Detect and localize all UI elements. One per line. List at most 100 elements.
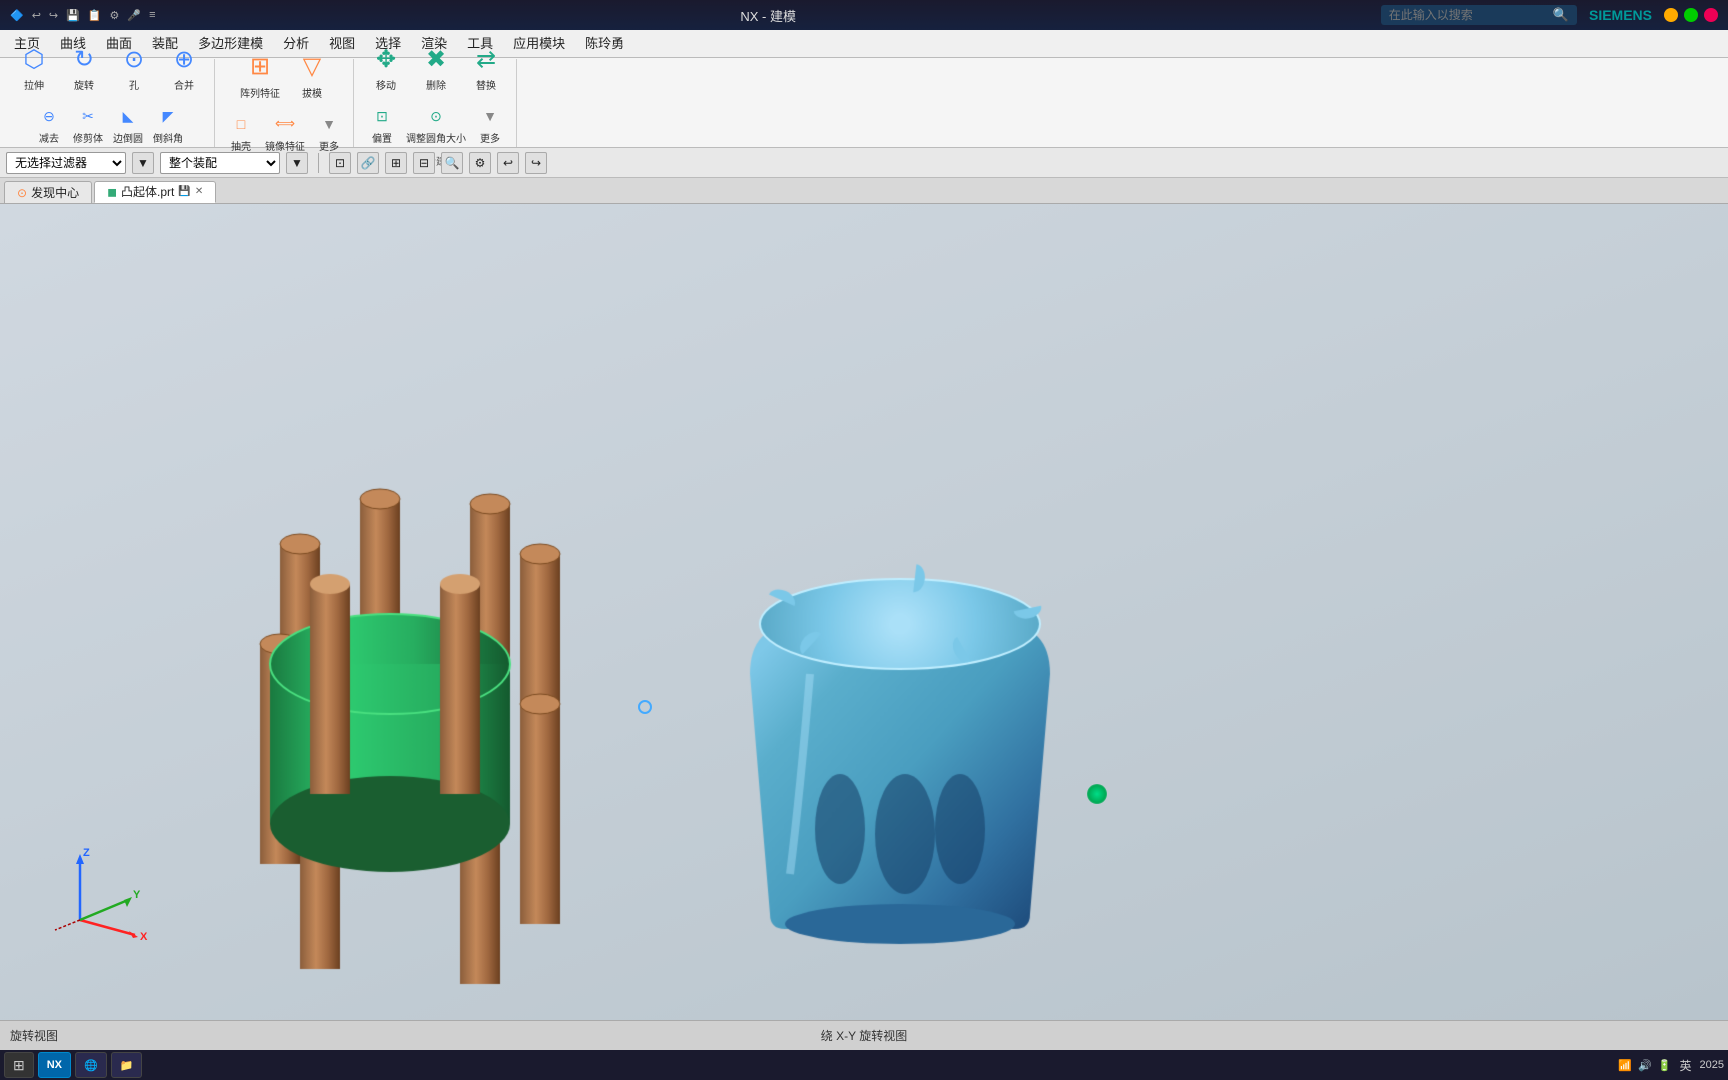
model-icon: ◼ <box>107 181 117 203</box>
status-left: 旋转视图 <box>10 1027 58 1044</box>
invert-btn[interactable]: ⊟ <box>413 152 435 174</box>
battery-icon: 🔋 <box>1658 1059 1672 1072</box>
tool-modify[interactable]: ✂ 修剪体 <box>69 100 107 147</box>
tab-model[interactable]: ◼ 凸起体.prt 💾 ✕ <box>94 181 216 203</box>
tool-move[interactable]: ✥ 移动 <box>362 37 410 96</box>
assembly-arrow-btn[interactable]: ▼ <box>286 152 308 174</box>
menu-user[interactable]: 陈玲勇 <box>575 30 634 58</box>
minimize-btn[interactable] <box>1664 8 1678 22</box>
combine-label: 合并 <box>174 77 194 92</box>
tool-chamfer[interactable]: ◤ 倒斜角 <box>149 100 187 147</box>
tool-combine[interactable]: ⊕ 合并 <box>160 37 208 96</box>
quick-access3[interactable]: 💾 <box>66 9 80 22</box>
tool-shell[interactable]: □ 抽壳 <box>223 108 259 155</box>
mirror-icon: ⟺ <box>271 110 299 138</box>
pull-label: 拉伸 <box>24 77 44 92</box>
filter-opt1[interactable]: 🔍 <box>441 152 463 174</box>
taskbar-lang: 英 <box>1680 1057 1692 1074</box>
tool-mirror[interactable]: ⟺ 镜像特征 <box>261 108 309 155</box>
speaker-icon: 🔊 <box>1638 1059 1652 1072</box>
pull-icon: ⬡ <box>16 41 52 77</box>
tray-icons: 📶 🔊 🔋 <box>1618 1059 1671 1072</box>
viewport[interactable]: Z X Y <box>0 204 1728 1020</box>
modify-icon: ✂ <box>74 102 102 130</box>
modify-label: 修剪体 <box>73 130 103 145</box>
move-label: 移动 <box>376 77 396 92</box>
resize-icon: ⊙ <box>422 102 450 130</box>
rotate-icon: ↻ <box>66 41 102 77</box>
tool-more2[interactable]: ▼ 更多 <box>472 100 508 147</box>
taskbar-browser-btn[interactable]: 🌐 <box>75 1052 107 1078</box>
tool-replace[interactable]: ⇄ 替换 <box>462 37 510 96</box>
snap-btn[interactable]: 🔗 <box>357 152 379 174</box>
viewport-center-dot-left <box>638 700 652 714</box>
close-btn[interactable] <box>1704 8 1718 22</box>
shell-label: 抽壳 <box>231 138 251 153</box>
tab-save-icon: 💾 <box>178 181 190 203</box>
quick-access4[interactable]: 📋 <box>88 9 102 22</box>
toolbar-row-5: ✥ 移动 ✖ 删除 ⇄ 替换 <box>362 37 510 96</box>
app-logo: 🔷 <box>10 9 24 22</box>
quick-access2[interactable]: ↪ <box>49 9 58 22</box>
filter-opt4[interactable]: ↪ <box>525 152 547 174</box>
filter-opt3[interactable]: ↩ <box>497 152 519 174</box>
window-title: NX - 建模 <box>156 6 1381 25</box>
tab-close-btn[interactable]: ✕ <box>195 181 203 203</box>
tool-more1[interactable]: ▼ 更多 <box>311 108 347 155</box>
window-controls <box>1664 8 1718 22</box>
coordinate-axis: Z X Y <box>50 840 150 940</box>
tool-rotate[interactable]: ↻ 旋转 <box>60 37 108 96</box>
taskbar-files-btn[interactable]: 📁 <box>111 1052 143 1078</box>
hole-label: 孔 <box>129 77 139 92</box>
toolbar-row-6: ⊡ 偏置 ⊙ 调整圆角大小 ▼ 更多 <box>364 100 508 147</box>
menu-modules[interactable]: 应用模块 <box>503 30 575 58</box>
mic-btn[interactable]: 🎤 <box>127 9 141 22</box>
rotate-label: 旋转 <box>74 77 94 92</box>
maximize-btn[interactable] <box>1684 8 1698 22</box>
tab-discovery[interactable]: ⊙ 发现中心 <box>4 181 92 203</box>
taskbar-nx-btn[interactable]: NX <box>38 1052 71 1078</box>
toolbar-row-1: ⬡ 拉伸 ↻ 旋转 ⊙ 孔 ⊕ 合并 <box>10 37 208 96</box>
toolbar-row-3: ⊞ 阵列特征 ▽ 拔模 <box>234 45 336 104</box>
quick-access[interactable]: ↩ <box>32 9 41 22</box>
assembly-selector[interactable]: 整个装配 <box>160 152 280 174</box>
siemens-logo: SIEMENS <box>1589 7 1652 23</box>
search-icon[interactable]: 🔍 <box>1553 7 1569 23</box>
selection-filter-btn[interactable]: ⊡ <box>329 152 351 174</box>
tool-subtract[interactable]: ⊖ 减去 <box>31 100 67 147</box>
array-label: 阵列特征 <box>240 85 280 100</box>
files-icon: 📁 <box>120 1059 134 1072</box>
3d-canvas <box>0 204 1728 1020</box>
tool-hole[interactable]: ⊙ 孔 <box>110 37 158 96</box>
select-all-btn[interactable]: ⊞ <box>385 152 407 174</box>
filter-opt2[interactable]: ⚙ <box>469 152 491 174</box>
toolbar: ⬡ 拉伸 ↻ 旋转 ⊙ 孔 ⊕ 合并 ⊖ 减去 ✂ 修剪体 <box>0 58 1728 148</box>
tool-draft[interactable]: ▽ 拔模 <box>288 45 336 104</box>
tool-edge[interactable]: ◣ 边倒圆 <box>109 100 147 147</box>
title-bar: 🔷 ↩ ↪ 💾 📋 ⚙ 🎤 ≡ NX - 建模 🔍 SIEMENS <box>0 0 1728 30</box>
chamfer-label: 倒斜角 <box>153 130 183 145</box>
toolbar-basic-group: ⬡ 拉伸 ↻ 旋转 ⊙ 孔 ⊕ 合并 ⊖ 减去 ✂ 修剪体 <box>4 59 215 147</box>
delete-label: 删除 <box>426 77 446 92</box>
array-icon: ⊞ <box>242 49 278 85</box>
toolbar-row-4: □ 抽壳 ⟺ 镜像特征 ▼ 更多 <box>223 108 347 155</box>
delete-icon: ✖ <box>418 41 454 77</box>
search-input[interactable] <box>1389 8 1549 22</box>
tab-model-label: 凸起体.prt <box>121 181 174 203</box>
tool-delete[interactable]: ✖ 删除 <box>412 37 460 96</box>
tool-pull[interactable]: ⬡ 拉伸 <box>10 37 58 96</box>
filter-arrow-btn[interactable]: ▼ <box>132 152 154 174</box>
tool-settings[interactable]: ⊡ 偏置 <box>364 100 400 147</box>
status-bar: 旋转视图 绕 X-Y 旋转视图 <box>0 1020 1728 1050</box>
filter-selector[interactable]: 无选择过滤器 <box>6 152 126 174</box>
title-left-icons: 🔷 ↩ ↪ 💾 📋 ⚙ 🎤 ≡ <box>10 9 156 22</box>
browser-icon: 🌐 <box>84 1059 98 1072</box>
tool-array[interactable]: ⊞ 阵列特征 <box>234 45 286 104</box>
replace-icon: ⇄ <box>468 41 504 77</box>
tab-discovery-label: 发现中心 <box>31 182 79 204</box>
quick-access5[interactable]: ⚙ <box>110 9 120 22</box>
chamfer-icon: ◤ <box>154 102 182 130</box>
more2-icon: ▼ <box>476 102 504 130</box>
tool-resize[interactable]: ⊙ 调整圆角大小 <box>402 100 470 147</box>
taskbar-start-btn[interactable]: ⊞ <box>4 1052 34 1078</box>
